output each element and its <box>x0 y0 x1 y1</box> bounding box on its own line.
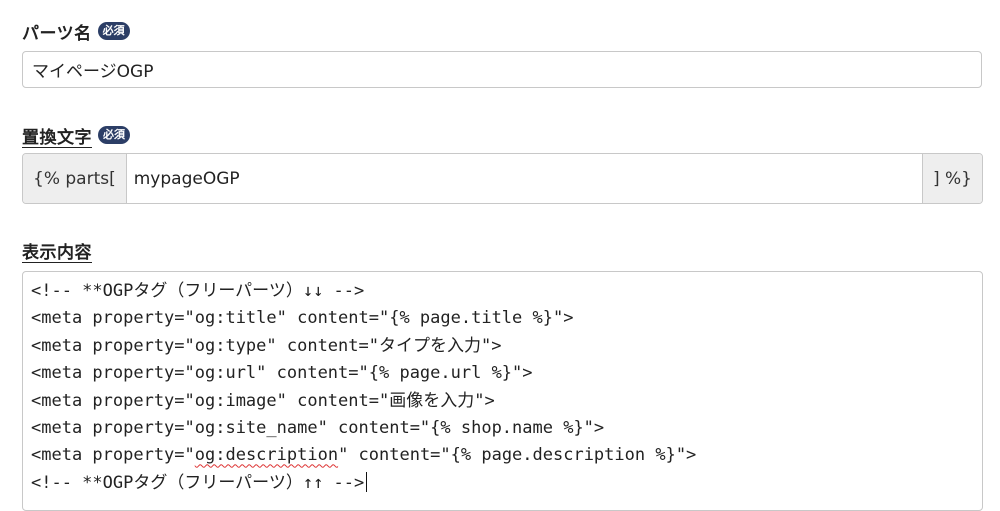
replace-text-suffix: ] %} <box>921 154 982 203</box>
replace-text-prefix: {% parts[ <box>23 154 127 203</box>
code-line: <meta property="og:image" content="画像を入力… <box>31 390 495 411</box>
code-line: <meta property="og:site_name" content="{… <box>31 417 605 438</box>
code-line: <!-- **OGPタグ（フリーパーツ）↓↓ --> <box>31 281 365 301</box>
parts-name-label-row: パーツ名 必須 <box>22 19 130 44</box>
code-segment: <meta property=" <box>31 445 195 466</box>
code-line: <meta property="og:title" content="{% pa… <box>31 308 574 329</box>
code-line-description: <meta property="og:description" content=… <box>31 442 974 469</box>
code-line-last: <!-- **OGPタグ（フリーパーツ）↑↑ --> <box>31 470 974 497</box>
replace-text-label-row: 置換文字 必須 <box>22 123 130 148</box>
code-segment: " content="{% page.description %}"> <box>338 445 697 466</box>
parts-name-label: パーツ名 <box>22 23 92 44</box>
code-line-text: <!-- **OGPタグ（フリーパーツ）↑↑ --> <box>31 472 365 493</box>
replace-text-input[interactable] <box>126 154 922 203</box>
text-cursor <box>366 471 368 492</box>
code-line: <meta property="og:url" content="{% page… <box>31 363 533 384</box>
code-line: <meta property="og:type" content="タイプを入力… <box>31 335 502 356</box>
display-content-label-row: 表示内容 <box>22 238 92 263</box>
replace-text-input-group: {% parts[ ] %} <box>22 153 983 204</box>
spellcheck-flagged-word: og:description <box>194 445 339 466</box>
required-badge: 必須 <box>98 126 130 144</box>
parts-name-input[interactable] <box>22 51 982 88</box>
required-badge: 必須 <box>97 22 130 40</box>
display-content-label: 表示内容 <box>22 242 92 263</box>
display-content-textarea[interactable]: <!-- **OGPタグ（フリーパーツ）↓↓ --> <meta propert… <box>22 271 983 511</box>
replace-text-label: 置換文字 <box>22 127 92 148</box>
